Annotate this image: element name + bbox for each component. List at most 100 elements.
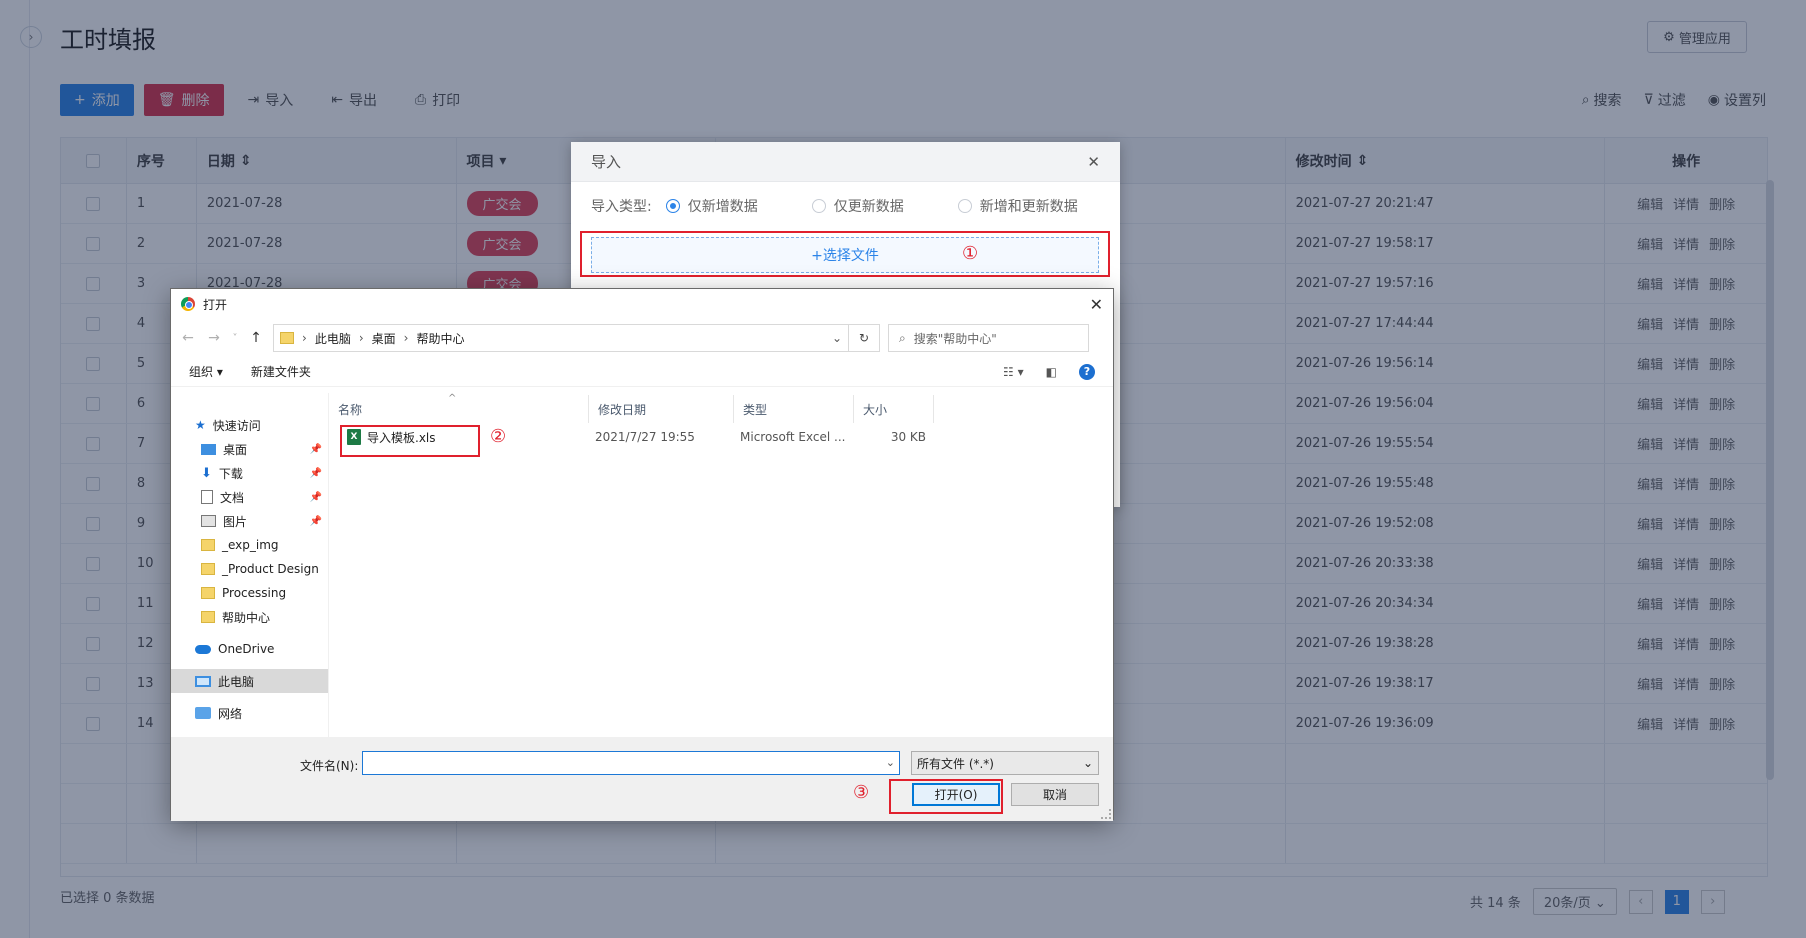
command-bar: 组织 ▾ 新建文件夹 ☷ ▾ ◧ ?	[171, 357, 1113, 387]
nav-folder-product-design[interactable]: _Product Design	[171, 557, 328, 581]
download-icon: ⬇	[201, 465, 212, 481]
close-icon[interactable]: ✕	[1090, 295, 1103, 314]
nav-folder-processing[interactable]: Processing	[171, 581, 328, 605]
nav-pictures-label: 图片	[223, 514, 248, 529]
preview-pane-icon[interactable]: ◧	[1046, 365, 1057, 379]
annotation-number-2: ②	[490, 426, 507, 447]
nav-downloads-label: 下载	[218, 466, 243, 481]
pin-icon: 📌	[309, 443, 322, 455]
close-icon[interactable]: ✕	[1087, 153, 1100, 171]
annotation-box-2	[340, 425, 480, 457]
up-arrow-icon[interactable]: ↑	[247, 330, 265, 346]
radio-update-only[interactable]: 仅更新数据	[811, 196, 904, 216]
radio-selected-icon	[665, 199, 680, 213]
annotation-number-3: ③	[853, 782, 870, 803]
import-dialog-header: 导入 ✕	[571, 142, 1120, 182]
nav-desktop-label: 桌面	[223, 442, 248, 457]
sort-up-icon: ^	[448, 393, 457, 404]
column-name[interactable]: 名称	[329, 395, 589, 423]
new-folder-button[interactable]: 新建文件夹	[251, 363, 311, 380]
import-type-row: 导入类型: 仅新增数据 仅更新数据 新增和更新数据	[571, 182, 1120, 216]
filetype-value: 所有文件 (*.*)	[917, 756, 994, 771]
navigation-pane: ★ 快速访问 桌面 📌 ⬇ 下载 📌 文档 📌 图片 📌 _exp_img _Product…	[171, 393, 329, 737]
nav-this-pc-label: 此电脑	[218, 674, 255, 689]
resize-grip[interactable]	[1101, 809, 1111, 819]
nav-documents[interactable]: 文档 📌	[171, 485, 328, 509]
pin-icon: 📌	[309, 491, 322, 503]
nav-network[interactable]: 网络	[171, 701, 328, 725]
radio-unselected-icon	[811, 199, 826, 213]
search-icon: ⌕	[899, 330, 906, 345]
radio-add-only[interactable]: 仅新增数据	[665, 196, 758, 216]
nav-folder-exp-img[interactable]: _exp_img	[171, 533, 328, 557]
refresh-icon: ↻	[858, 331, 870, 345]
annotation-box-1	[580, 231, 1110, 277]
radio-unselected-icon	[957, 199, 972, 213]
refresh-button[interactable]: ↻	[848, 324, 880, 352]
nav-desktop[interactable]: 桌面 📌	[171, 437, 328, 461]
nav-pictures[interactable]: 图片 📌	[171, 509, 328, 533]
nav-downloads[interactable]: ⬇ 下载 📌	[171, 461, 328, 485]
radio-add-only-label: 仅新增数据	[687, 199, 758, 215]
back-arrow-icon[interactable]: ←	[179, 330, 197, 346]
desktop-icon	[201, 443, 216, 455]
file-type: Microsoft Excel ...	[740, 430, 846, 444]
radio-add-and-update-label: 新增和更新数据	[979, 199, 1078, 215]
import-type-label: 导入类型:	[591, 199, 652, 215]
annotation-box-3	[889, 779, 1003, 814]
recent-dropdown-icon[interactable]: ˅	[231, 333, 239, 344]
nav-this-pc[interactable]: 此电脑	[171, 669, 328, 693]
filename-input[interactable]: ⌄	[362, 751, 900, 775]
filetype-select[interactable]: 所有文件 (*.*) ⌄	[911, 751, 1099, 775]
nav-processing-label: Processing	[222, 586, 287, 600]
folder-icon	[201, 539, 215, 551]
radio-update-only-label: 仅更新数据	[833, 199, 904, 215]
nav-documents-label: 文档	[220, 490, 245, 505]
chevron-right-icon: ›	[302, 331, 307, 345]
column-size[interactable]: 大小	[854, 395, 934, 423]
view-options-icon[interactable]: ☷ ▾	[1003, 365, 1024, 379]
breadcrumb-desktop[interactable]: 桌面	[372, 330, 396, 347]
nav-onedrive[interactable]: OneDrive	[171, 637, 328, 661]
file-size: 30 KB	[890, 430, 926, 444]
file-modified: 2021/7/27 19:55	[595, 430, 695, 444]
help-icon[interactable]: ?	[1079, 363, 1095, 380]
breadcrumb-this-pc[interactable]: 此电脑	[315, 330, 351, 347]
chevron-down-icon[interactable]: ⌄	[886, 756, 895, 769]
chevron-down-icon: ⌄	[1082, 756, 1093, 770]
folder-icon	[201, 611, 215, 623]
nav-quick-access[interactable]: ★ 快速访问	[171, 413, 328, 437]
forward-arrow-icon[interactable]: →	[205, 330, 223, 346]
nav-onedrive-label: OneDrive	[218, 642, 275, 656]
folder-icon	[280, 332, 294, 344]
chrome-icon	[181, 297, 195, 311]
address-bar[interactable]: › 此电脑 › 桌面 › 帮助中心 ⌄	[273, 324, 849, 352]
radio-add-and-update[interactable]: 新增和更新数据	[957, 196, 1078, 216]
chevron-right-icon: ›	[358, 331, 364, 345]
picture-icon	[201, 515, 216, 527]
open-dialog-title: 打开	[203, 297, 228, 312]
file-list-header: ^ 名称 修改日期 类型 大小	[329, 393, 1113, 423]
dialog-body: ★ 快速访问 桌面 📌 ⬇ 下载 📌 文档 📌 图片 📌 _exp_img _Product…	[171, 393, 1113, 737]
nav-exp-img-label: _exp_img	[222, 538, 279, 552]
cancel-button[interactable]: 取消	[1011, 783, 1099, 806]
column-type[interactable]: 类型	[734, 395, 854, 423]
nav-product-design-label: _Product Design	[222, 562, 319, 576]
pin-icon: 📌	[309, 467, 322, 479]
search-placeholder: 搜索"帮助中心"	[913, 331, 997, 346]
organize-button[interactable]: 组织 ▾	[189, 363, 223, 380]
address-row: ← → ˅ ↑ › 此电脑 › 桌面 › 帮助中心 ⌄ ↻ ⌕ 搜索"帮助中心"	[171, 319, 1113, 357]
network-icon	[195, 707, 211, 719]
document-icon	[201, 490, 213, 504]
nav-quick-access-label: 快速访问	[212, 418, 261, 433]
nav-folder-help-center[interactable]: 帮助中心	[171, 605, 328, 629]
pin-icon: 📌	[309, 515, 322, 527]
computer-icon	[195, 675, 211, 687]
cloud-icon	[195, 644, 211, 654]
folder-search-input[interactable]: ⌕ 搜索"帮助中心"	[888, 324, 1089, 352]
breadcrumb-help-center[interactable]: 帮助中心	[416, 330, 464, 347]
chevron-down-icon[interactable]: ⌄	[832, 331, 842, 345]
open-dialog-titlebar: 打开 ✕	[171, 289, 1113, 319]
column-modified[interactable]: 修改日期	[589, 395, 734, 423]
folder-icon	[201, 563, 215, 575]
